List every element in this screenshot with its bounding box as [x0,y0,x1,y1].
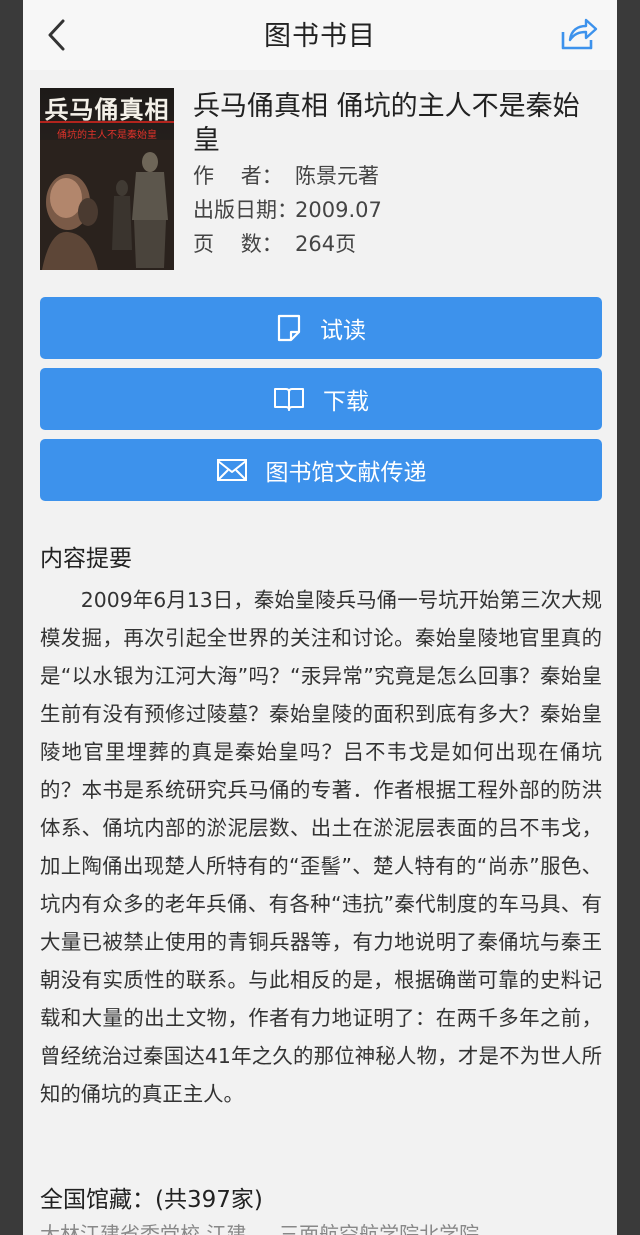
pages-label: 页 数： [193,232,283,256]
publish-date-label: 出版日期： [193,198,298,222]
library-delivery-button[interactable]: 图书馆文献传递 [40,439,602,501]
author-label: 作 者： [193,164,283,188]
content: 兵马俑真相 俑坑的主人不是秦始皇 兵马俑真相 俑坑的主人不是秦始皇 作 者： 陈… [23,70,617,1213]
book-title: 兵马俑真相 俑坑的主人不是秦始皇 [193,91,580,156]
publish-date-value: 2009.07 [295,198,382,222]
page-icon [277,314,301,342]
pages-row: 页 数： 264页 [193,228,356,258]
trial-read-button[interactable]: 试读 [40,297,602,359]
publish-date-row: 出版日期：2009.07 [193,194,382,224]
holdings-list-partial: 大林江建省委党校 江建 … 三面航空航学院北学院 [40,1222,480,1235]
terracotta-warrior-image [40,140,174,270]
download-button[interactable]: 下载 [40,368,602,430]
phone-screen: 图书书目 兵马俑真相 俑坑的主人不是秦始皇 兵马俑真相 俑坑的主人不是秦始皇 作… [23,0,617,1235]
share-icon [561,18,598,50]
cover-subtitle: 俑坑的主人不是秦始皇 [57,130,157,141]
book-header: 兵马俑真相 俑坑的主人不是秦始皇 兵马俑真相 俑坑的主人不是秦始皇 作 者： 陈… [23,70,617,280]
cover-title: 兵马俑真相 [44,95,170,124]
book-cover[interactable]: 兵马俑真相 俑坑的主人不是秦始皇 [40,88,174,270]
nav-bar: 图书书目 [23,0,617,70]
open-book-icon [274,388,304,411]
envelope-icon [216,459,247,481]
page-title: 图书书目 [264,21,376,52]
share-button[interactable] [559,16,599,52]
author-row: 作 者： 陈景元著 [193,160,379,190]
holdings-heading: 全国馆藏：(共397家) [40,1187,263,1213]
pages-value: 264页 [295,232,357,256]
summary-text: 2009年6月13日，秦始皇陵兵马俑一号坑开始第三次大规模发掘，再次引起全世界的… [40,588,602,1106]
author-value: 陈景元著 [295,164,379,188]
download-label: 下载 [323,389,369,415]
trial-read-label: 试读 [320,318,366,344]
library-delivery-label: 图书馆文献传递 [265,460,427,486]
summary-heading: 内容提要 [40,546,132,572]
